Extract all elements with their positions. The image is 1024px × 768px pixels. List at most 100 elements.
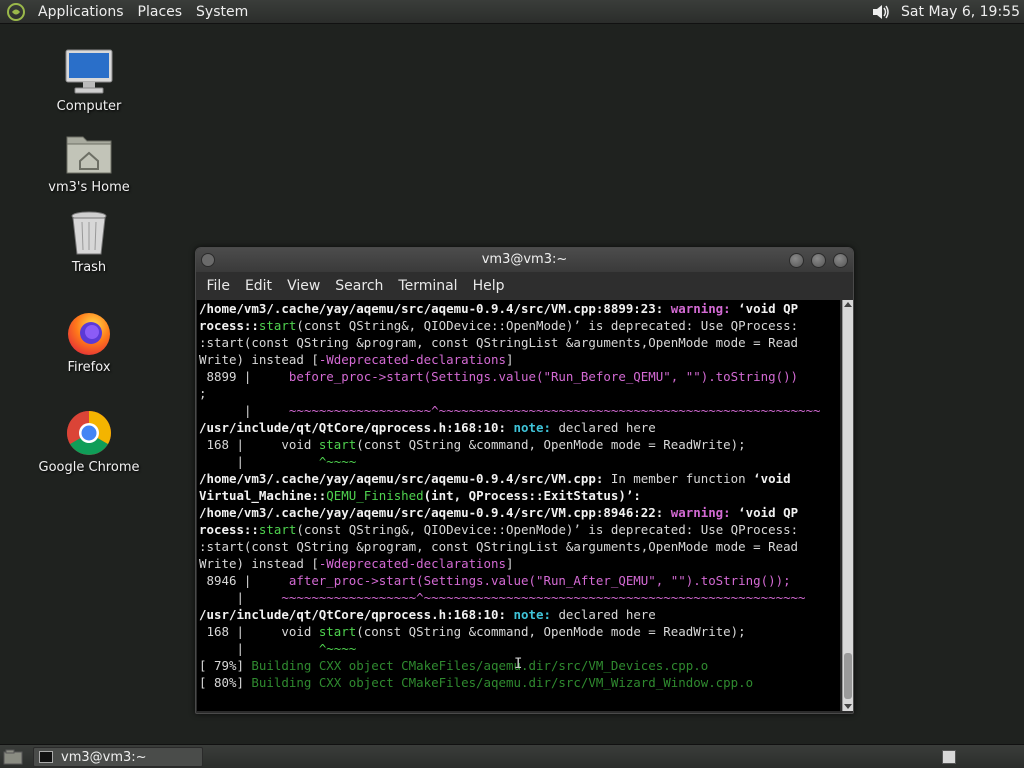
maximize-button[interactable]	[811, 253, 826, 268]
terminal-text-segment: warning:	[670, 301, 739, 316]
terminal-line: rocess::start(const QString&, QIODevice:…	[199, 317, 840, 334]
terminal-text-segment: QEMU_Finished	[326, 488, 424, 503]
terminal-text-segment: start	[318, 624, 357, 639]
terminal-text-segment: note:	[513, 607, 559, 622]
menu-help[interactable]: Help	[465, 272, 512, 300]
applications-menu[interactable]: Applications	[31, 0, 131, 24]
terminal-line: | ^~~~~	[199, 640, 840, 657]
menu-edit[interactable]: Edit	[237, 272, 279, 300]
terminal-text-segment: (const QString &command, OpenMode mode =…	[356, 437, 746, 452]
terminal-output[interactable]: /home/vm3/.cache/yay/aqemu/src/aqemu-0.9…	[197, 300, 840, 711]
desktop-icon-label: Trash	[71, 260, 107, 275]
terminal-text-segment: /home/vm3/.cache/yay/aqemu/src/aqemu-0.9…	[199, 301, 671, 316]
window-titlebar[interactable]: vm3@vm3:~	[196, 248, 853, 272]
terminal-text-segment: |	[199, 454, 319, 469]
system-menu[interactable]: System	[189, 0, 255, 24]
terminal-line: | ~~~~~~~~~~~~~~~~~~^~~~~~~~~~~~~~~~~~~~…	[199, 589, 840, 606]
terminal-line: /home/vm3/.cache/yay/aqemu/src/aqemu-0.9…	[199, 470, 840, 487]
terminal-text-segment: 168 | void	[199, 624, 319, 639]
terminal-text-segment: |	[199, 641, 319, 656]
menu-view[interactable]: View	[280, 272, 328, 300]
terminal-line: 168 | void start(const QString &command,…	[199, 436, 840, 453]
close-button[interactable]	[833, 253, 848, 268]
desktop-icon-label: Google Chrome	[38, 460, 140, 475]
scroll-down-arrow-icon[interactable]	[844, 704, 852, 709]
terminal-text-segment: /home/vm3/.cache/yay/aqemu/src/aqemu-0.9…	[199, 505, 671, 520]
terminal-text-segment: note:	[513, 420, 559, 435]
terminal-text-segment: rocess::	[199, 318, 259, 333]
menu-terminal[interactable]: Terminal	[391, 272, 465, 300]
terminal-text-segment: rocess::	[199, 522, 259, 537]
window-menu-button[interactable]	[201, 253, 215, 267]
terminal-line: /home/vm3/.cache/yay/aqemu/src/aqemu-0.9…	[199, 504, 840, 521]
places-menu[interactable]: Places	[131, 0, 190, 24]
terminal-text-segment: ‘void	[753, 471, 791, 486]
terminal-line: 8899 | before_proc->start(Settings.value…	[199, 368, 840, 385]
firefox-icon	[63, 307, 115, 359]
scrollbar-thumb[interactable]	[844, 653, 852, 699]
terminal-text-segment: start	[258, 522, 297, 537]
chrome-icon	[63, 407, 115, 459]
terminal-line: rocess::start(const QString&, QIODevice:…	[199, 521, 840, 538]
terminal-text-segment: (const QString&, QIODevice::OpenMode)’ i…	[296, 522, 799, 537]
terminal-text-segment: ^~~~~	[318, 454, 357, 469]
terminal-line: 168 | void start(const QString &command,…	[199, 623, 840, 640]
top-panel: Applications Places System Sat May 6, 19…	[0, 0, 1024, 24]
terminal-text-segment: In member function	[610, 471, 754, 486]
terminal-text-segment: before_proc->start(Settings.value("Run_B…	[288, 369, 799, 384]
terminal-text-segment: Write) instead [	[199, 352, 319, 367]
terminal-text-segment: ~~~~~~~~~~~~~~~~~~^~~~~~~~~~~~~~~~~~~~~~…	[281, 590, 806, 605]
terminal-text-segment: Building CXX object CMakeFiles/aqemu.dir…	[251, 658, 709, 673]
terminal-line: :start(const QString &program, const QSt…	[199, 538, 840, 555]
menu-file[interactable]: File	[199, 272, 237, 300]
terminal-text-segment: (const QString&, QIODevice::OpenMode)’ i…	[296, 318, 799, 333]
terminal-menubar: File Edit View Search Terminal Help	[196, 272, 853, 300]
trash-icon	[63, 207, 115, 259]
terminal-text-segment: :start(const QString &program, const QSt…	[199, 539, 799, 554]
desktop-icon-trash[interactable]: Trash	[34, 207, 144, 275]
menu-search[interactable]: Search	[328, 272, 391, 300]
ibeam-cursor-icon: I	[514, 656, 523, 672]
show-desktop-icon[interactable]	[3, 749, 23, 765]
minimize-button[interactable]	[789, 253, 804, 268]
terminal-text-segment: |	[199, 590, 282, 605]
terminal-text-segment: ]	[506, 352, 514, 367]
desktop-icon-label: Firefox	[67, 360, 111, 375]
workspace-switcher[interactable]	[942, 750, 956, 764]
desktop-icon-firefox[interactable]: Firefox	[34, 307, 144, 375]
volume-icon[interactable]	[869, 0, 893, 24]
terminal-text-segment: ]	[506, 556, 514, 571]
terminal-text-segment: warning:	[670, 505, 739, 520]
terminal-window[interactable]: vm3@vm3:~ File Edit View Search Terminal…	[195, 247, 854, 714]
terminal-line: /usr/include/qt/QtCore/qprocess.h:168:10…	[199, 419, 840, 436]
terminal-line: | ^~~~~	[199, 453, 840, 470]
terminal-text-segment: after_proc->start(Settings.value("Run_Af…	[288, 573, 791, 588]
terminal-scrollbar[interactable]	[842, 300, 853, 711]
terminal-text-segment: :start(const QString &program, const QSt…	[199, 335, 799, 350]
terminal-line: Write) instead [-Wdeprecated-declaration…	[199, 555, 840, 572]
terminal-text-segment: [ 80%]	[199, 675, 252, 690]
bottom-panel: vm3@vm3:~	[0, 744, 1024, 768]
desktop-icon-home[interactable]: vm3's Home	[34, 127, 144, 195]
terminal-text-segment: ‘void QP	[738, 301, 799, 316]
distro-logo-icon[interactable]	[5, 1, 27, 23]
desktop-icon-computer[interactable]: Computer	[34, 46, 144, 114]
clock[interactable]: Sat May 6, 19:55	[901, 4, 1024, 20]
terminal-text-segment: /home/vm3/.cache/yay/aqemu/src/aqemu-0.9…	[199, 471, 611, 486]
terminal-line: 8946 | after_proc->start(Settings.value(…	[199, 572, 840, 589]
desktop-icon-chrome[interactable]: Google Chrome	[34, 407, 144, 475]
terminal-text-segment: 8899 |	[199, 369, 289, 384]
desktop-icon-label: vm3's Home	[48, 180, 130, 195]
terminal-text-segment: start	[258, 318, 297, 333]
terminal-text-segment: /usr/include/qt/QtCore/qprocess.h:168:10…	[199, 420, 514, 435]
desktop-icon-label: Computer	[56, 99, 122, 114]
terminal-line: Write) instead [-Wdeprecated-declaration…	[199, 351, 840, 368]
taskbar-terminal-button[interactable]: vm3@vm3:~	[33, 747, 203, 767]
terminal-line: ;	[199, 385, 840, 402]
terminal-text-segment: start	[318, 437, 357, 452]
scroll-up-arrow-icon[interactable]	[844, 302, 852, 307]
panel-tray: Sat May 6, 19:55	[869, 0, 1024, 24]
terminal-text-segment: ;	[199, 386, 207, 401]
terminal-line: /usr/include/qt/QtCore/qprocess.h:168:10…	[199, 606, 840, 623]
